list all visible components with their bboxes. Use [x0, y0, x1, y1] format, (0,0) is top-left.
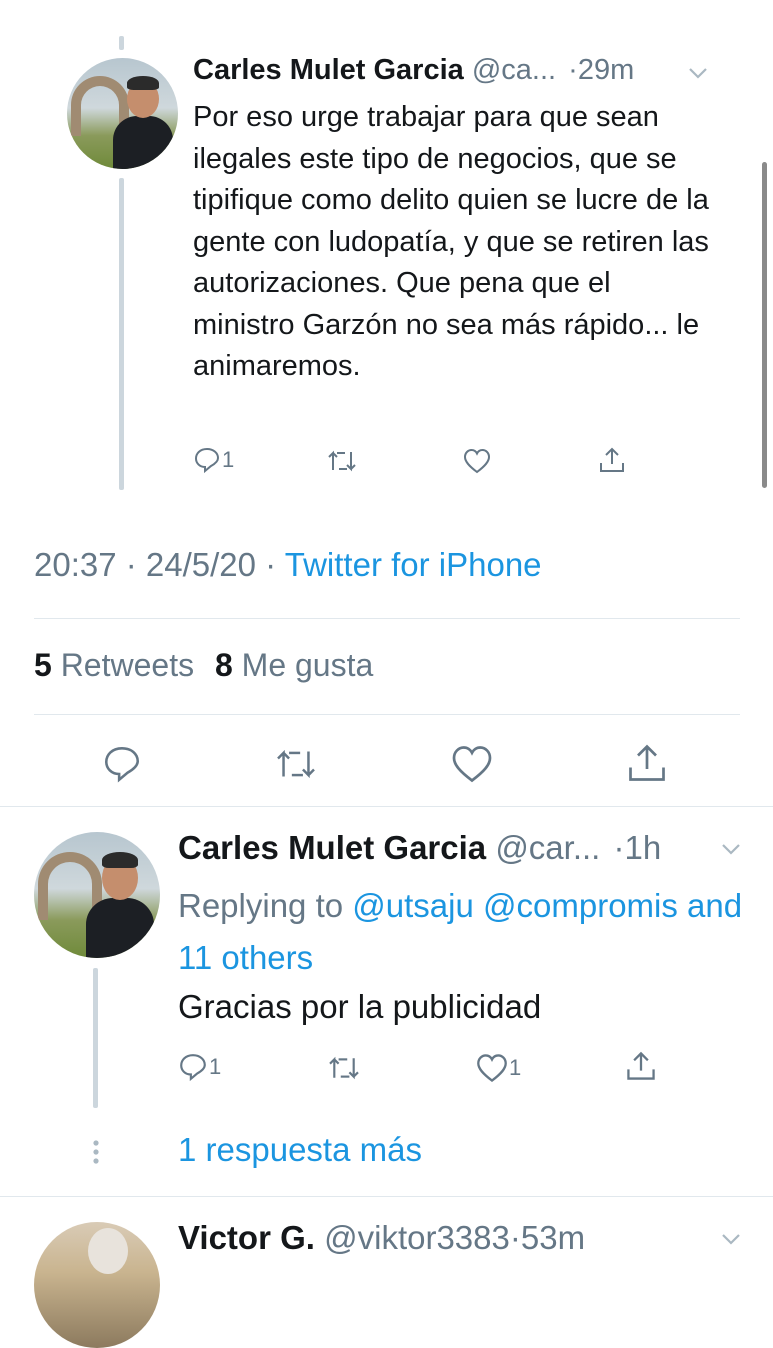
header-separator: ·: [568, 54, 578, 86]
tweet-header: Victor G. @viktor3383·53m: [178, 1219, 718, 1261]
thread-line: [93, 968, 98, 1108]
retweet-button[interactable]: [274, 746, 318, 782]
share-button[interactable]: [625, 1050, 657, 1082]
avatar[interactable]: [67, 58, 178, 169]
share-icon: [626, 742, 668, 784]
tweet-source[interactable]: Twitter for iPhone: [285, 546, 542, 583]
reply-count: 1: [222, 447, 235, 472]
header-separator: ·: [613, 829, 625, 866]
chevron-down-icon[interactable]: [688, 66, 708, 85]
retweet-button[interactable]: [327, 448, 357, 474]
scrollbar[interactable]: [762, 162, 767, 488]
share-icon: [598, 446, 626, 474]
tweet-time[interactable]: 1h: [625, 829, 662, 866]
divider: [34, 618, 740, 619]
tweet-meta: 20:37 · 24/5/20 · Twitter for iPhone: [34, 546, 542, 584]
divider: [0, 1196, 773, 1197]
retweet-icon: [274, 746, 318, 782]
likes-count: 8: [214, 647, 233, 683]
share-button[interactable]: [626, 742, 668, 784]
tweet-stats: 5 Retweets 8 Me gusta: [34, 647, 373, 684]
avatar[interactable]: [34, 1222, 160, 1348]
retweets-count: 5: [34, 647, 52, 683]
tweet-text: Gracias por la publicidad: [178, 988, 542, 1025]
more-dots-icon: [92, 1139, 100, 1165]
like-icon: [463, 448, 491, 474]
tweet-header: Carles Mulet Garcia @car... ·1h: [178, 829, 718, 869]
retweets-label: Retweets: [60, 647, 195, 683]
show-more-replies-link[interactable]: 1 respuesta más: [178, 1131, 422, 1169]
reply-button[interactable]: [102, 744, 142, 784]
reply-icon: [102, 744, 142, 784]
reply-icon: [193, 446, 221, 474]
retweet-icon: [327, 1054, 361, 1082]
author-name[interactable]: Carles Mulet Garcia: [193, 54, 464, 86]
reply-icon: [178, 1052, 208, 1082]
thread-line-top: [119, 36, 124, 50]
author-handle[interactable]: @car...: [495, 829, 600, 866]
retweet-button[interactable]: [327, 1054, 361, 1082]
replying-users[interactable]: @utsaju @compromis: [352, 887, 678, 924]
author-name[interactable]: Victor G.: [178, 1219, 315, 1256]
avatar[interactable]: [34, 832, 160, 958]
tweet-time[interactable]: 29m: [578, 54, 634, 86]
reply-count: 1: [209, 1054, 222, 1079]
like-icon: [476, 1053, 508, 1083]
likes-stat[interactable]: 8 Me gusta: [215, 647, 373, 683]
tweet-timestamp[interactable]: 20:37 · 24/5/20 ·: [34, 546, 276, 583]
likes-label: Me gusta: [241, 647, 374, 683]
reply-button[interactable]: 1: [193, 446, 234, 474]
header-separator: ·: [509, 1219, 521, 1256]
like-button[interactable]: [463, 448, 491, 474]
tweet-time[interactable]: 53m: [521, 1219, 585, 1256]
retweets-stat[interactable]: 5 Retweets: [34, 647, 203, 683]
replying-to: Replying to @utsaju @compromis and 11 ot…: [178, 880, 748, 984]
like-button[interactable]: [451, 744, 493, 784]
replying-prefix: Replying to: [178, 887, 344, 924]
like-count: 1: [509, 1055, 522, 1080]
chevron-down-icon[interactable]: [720, 1232, 742, 1251]
share-icon: [625, 1050, 657, 1082]
chevron-down-icon[interactable]: [720, 842, 742, 861]
author-name[interactable]: Carles Mulet Garcia: [178, 829, 486, 866]
author-handle[interactable]: @viktor3383: [324, 1219, 510, 1256]
divider: [34, 714, 740, 715]
retweet-icon: [327, 448, 357, 474]
tweet-text: Por eso urge trabajar para que sean ileg…: [193, 101, 709, 382]
reply-button[interactable]: 1: [178, 1052, 221, 1082]
author-handle[interactable]: @ca...: [472, 54, 556, 86]
like-icon: [451, 744, 493, 784]
divider: [0, 806, 773, 807]
tweet-header: Carles Mulet Garcia @ca... ·29m: [193, 54, 713, 94]
like-button[interactable]: 1: [476, 1053, 521, 1083]
share-button[interactable]: [598, 446, 626, 474]
thread-line: [119, 178, 124, 490]
